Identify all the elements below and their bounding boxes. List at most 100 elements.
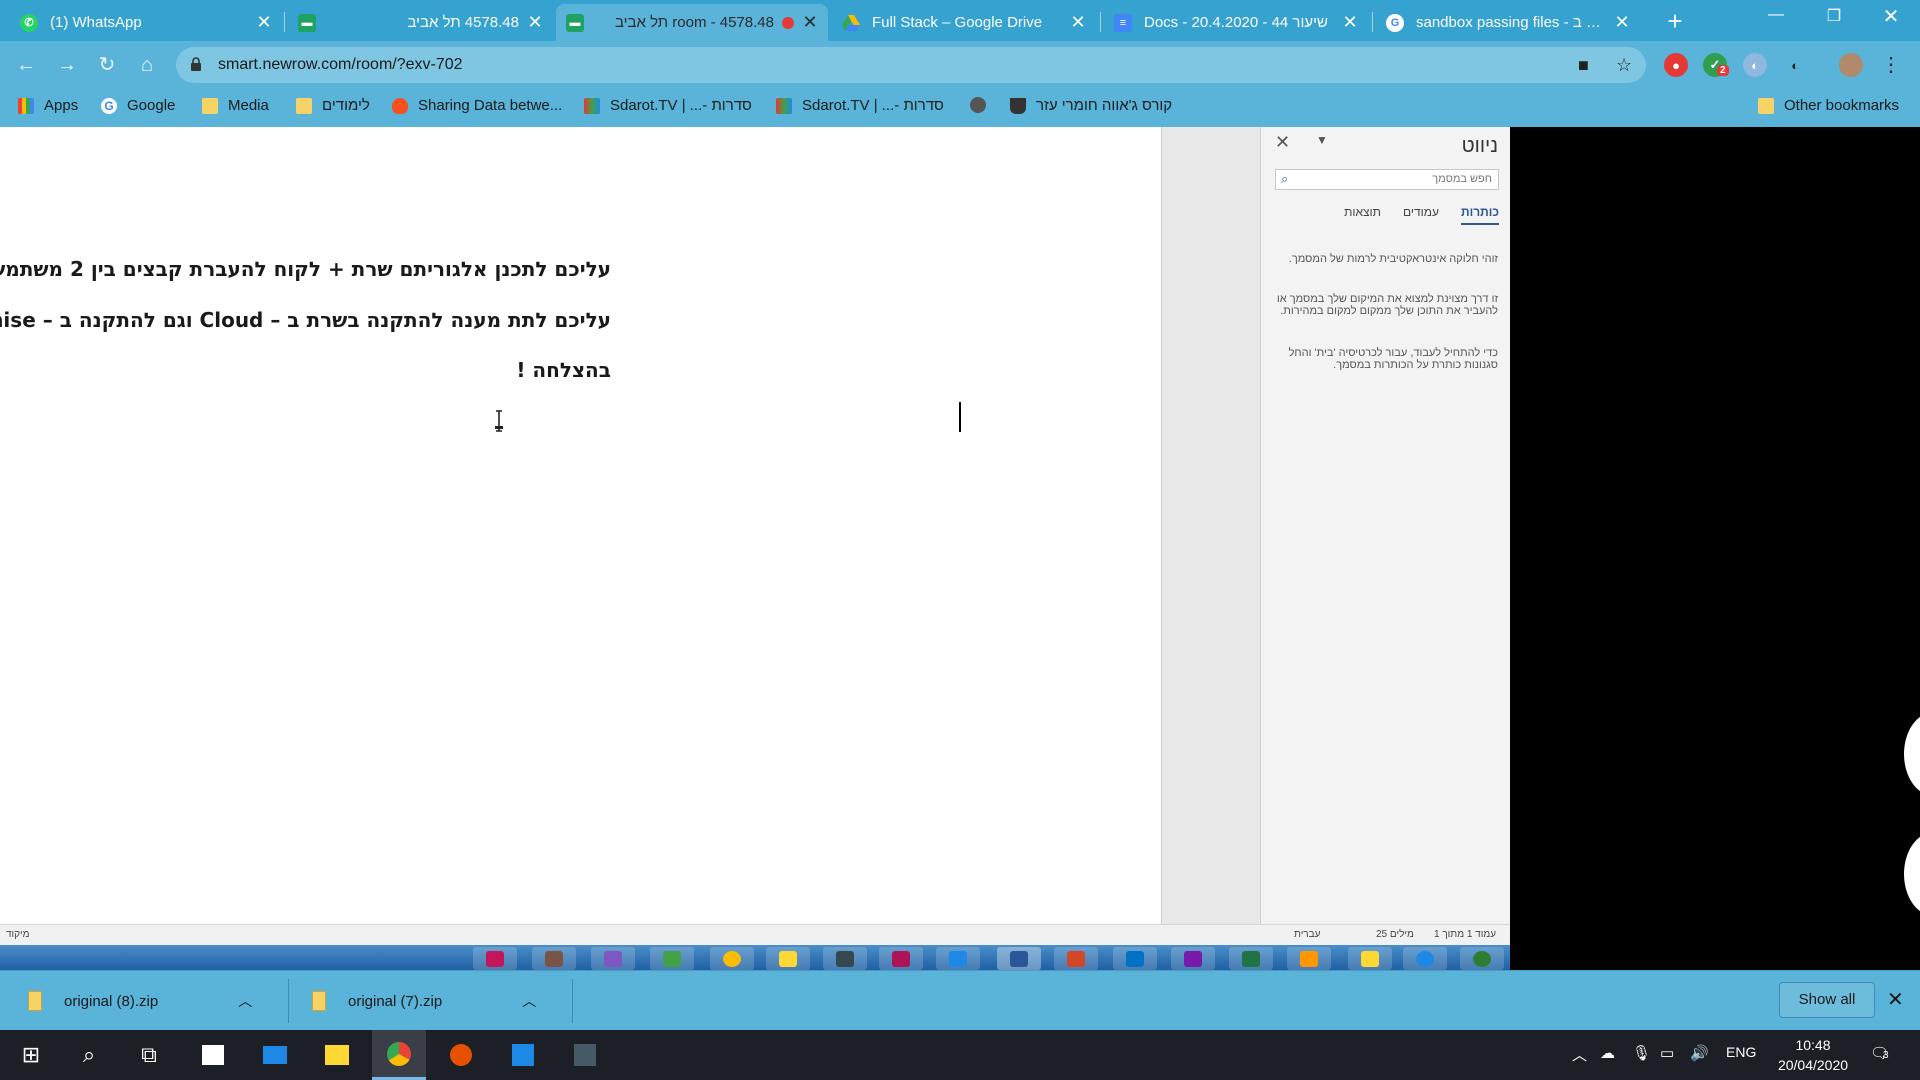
document-line[interactable]: עליכם לתכנן אלגוריתם שרת + לקוח להעברת ק… <box>0 257 611 281</box>
chevron-up-icon[interactable]: ︿ <box>522 991 536 1011</box>
bookmark-java-course[interactable]: קורס ג'אווה חומרי עזר <box>1010 97 1172 114</box>
file-explorer-icon[interactable] <box>310 1030 364 1080</box>
search-input[interactable]: חפש במסמך <box>1275 169 1499 190</box>
onedrive-icon[interactable]: ☁ <box>1600 1044 1615 1062</box>
powerpoint-icon[interactable] <box>1054 947 1098 970</box>
tab-google-search[interactable]: G sandbox passing files - חיפוש ב ✕ <box>1376 4 1640 41</box>
close-icon[interactable]: ✕ <box>1342 12 1358 33</box>
tab-room[interactable]: ▬ room - 4578.48 תל אביב ✕ <box>556 4 828 41</box>
page-indicator[interactable]: עמוד 1 מתוך 1 <box>1434 929 1496 940</box>
microphone-icon[interactable]: 🎙 <box>1632 1044 1651 1062</box>
tab-results[interactable]: תוצאות <box>1344 205 1381 225</box>
show-all-button[interactable]: Show all <box>1779 982 1875 1018</box>
bookmark-apps[interactable]: Apps <box>18 97 78 114</box>
focus-mode-label[interactable]: מיקוד <box>6 929 30 940</box>
bookmark-sharing-data[interactable]: Sharing Data betwe... <box>392 97 562 114</box>
internet-explorer-icon[interactable] <box>1403 947 1447 970</box>
app-icon[interactable] <box>532 947 576 970</box>
tab-google-docs[interactable]: ≡ Docs - 20.4.2020 - שיעור 44 ✕ <box>1104 4 1368 41</box>
media-player-icon[interactable] <box>1287 947 1331 970</box>
close-window-button[interactable]: ✕ <box>1868 4 1914 29</box>
outlook-icon[interactable] <box>1113 947 1157 970</box>
task-view-icon[interactable]: ⧉ <box>122 1030 176 1080</box>
search-icon[interactable]: ⌕ <box>1281 171 1288 187</box>
shield-extension-icon[interactable]: ✓ 2 <box>1703 53 1729 77</box>
side-control-button[interactable] <box>1904 712 1920 796</box>
side-control-button[interactable] <box>1904 832 1920 916</box>
feather-app-icon[interactable] <box>434 1030 488 1080</box>
clock[interactable]: 10:48 20/04/2020 <box>1768 1035 1858 1075</box>
app-icon[interactable] <box>766 947 810 970</box>
tab-classroom[interactable]: ▬ 4578.48 תל אביב ✕ <box>288 4 553 41</box>
document-line[interactable]: עליכם לתת מענה להתקנה בשרת ב – Cloud וגם… <box>0 308 611 332</box>
windows-start-icon[interactable]: ⊞ <box>4 1030 58 1080</box>
download-item[interactable]: original (8).zip ︿ <box>28 971 252 1031</box>
vscode-icon[interactable] <box>936 947 980 970</box>
chrome-icon[interactable] <box>372 1030 426 1080</box>
chevron-up-icon[interactable]: ︿ <box>1572 1044 1587 1065</box>
file-explorer-icon[interactable] <box>1348 947 1392 970</box>
camera-icon[interactable]: ■ <box>1578 55 1589 76</box>
close-icon[interactable]: ✕ <box>527 12 543 33</box>
bookmark-studies[interactable]: לימודים <box>296 97 370 114</box>
home-button[interactable]: ⌂ <box>133 51 161 79</box>
app-icon[interactable] <box>558 1030 612 1080</box>
chevron-up-icon[interactable]: ︿ <box>238 991 252 1011</box>
download-filename: original (8).zip <box>64 992 159 1010</box>
store-icon[interactable] <box>186 1030 240 1080</box>
forward-button[interactable]: → <box>53 51 81 79</box>
excel-icon[interactable] <box>1229 947 1273 970</box>
close-icon[interactable]: ✕ <box>802 12 818 33</box>
intellij-icon[interactable] <box>879 947 923 970</box>
onenote-icon[interactable] <box>1171 947 1215 970</box>
bookmark-other[interactable]: Other bookmarks <box>1758 97 1899 114</box>
document-line[interactable]: בהצלחה ! <box>516 358 611 382</box>
bookmark-globe[interactable] <box>970 97 996 113</box>
app-icon[interactable] <box>823 947 867 970</box>
intellij-icon[interactable] <box>473 947 517 970</box>
battery-icon[interactable]: ▭ <box>1660 1044 1674 1062</box>
vscode-icon[interactable] <box>496 1030 550 1080</box>
search-icon[interactable]: ⌕ <box>62 1030 116 1080</box>
media-center-icon[interactable] <box>1460 947 1504 970</box>
download-item[interactable]: original (7).zip ︿ <box>312 971 536 1031</box>
mail-icon[interactable] <box>248 1030 302 1080</box>
new-tab-button[interactable]: + <box>1660 6 1690 37</box>
tab-whatsapp[interactable]: ✆ (1) WhatsApp ✕ <box>10 4 282 41</box>
address-bar[interactable]: smart.newrow.com/room/?exv-702 ■ ☆ <box>176 47 1646 83</box>
bookmark-google[interactable]: G Google <box>101 97 175 114</box>
language-indicator[interactable]: עברית <box>1294 929 1320 940</box>
menu-icon[interactable]: ⋮ <box>1877 51 1905 79</box>
reload-button[interactable]: ↻ <box>93 51 121 79</box>
extension-icon[interactable]: ◐ <box>1743 53 1767 77</box>
chevron-down-icon[interactable]: ▼ <box>1316 133 1328 147</box>
tab-pages[interactable]: עמודים <box>1403 205 1439 225</box>
minimize-button[interactable]: — <box>1753 6 1799 24</box>
back-button[interactable]: ← <box>12 51 40 79</box>
close-icon[interactable]: ✕ <box>1070 12 1086 33</box>
close-icon[interactable]: ✕ <box>1614 12 1630 33</box>
language-indicator[interactable]: ENG <box>1726 1044 1756 1060</box>
app-icon[interactable] <box>591 947 635 970</box>
word-icon[interactable] <box>997 947 1041 970</box>
maps-icon[interactable] <box>650 947 694 970</box>
bookmark-sdarot-1[interactable]: Sdarot.TV | ...- סדרות <box>584 97 752 114</box>
word-count[interactable]: 25 מילים <box>1376 929 1414 940</box>
tab-google-drive[interactable]: Full Stack – Google Drive ✕ <box>832 4 1096 41</box>
chrome-icon[interactable] <box>710 947 754 970</box>
restore-button[interactable]: ❐ <box>1811 6 1857 26</box>
volume-icon[interactable]: 🔊 <box>1690 1044 1709 1062</box>
star-icon[interactable]: ☆ <box>1616 55 1632 76</box>
dark-mode-icon[interactable]: ◐ <box>1783 53 1807 77</box>
remote-desktop-view[interactable]: עליכם לתכנן אלגוריתם שרת + לקוח להעברת ק… <box>0 127 1510 970</box>
notifications-icon[interactable]: 🗨3 <box>1870 1044 1889 1062</box>
bookmark-media[interactable]: Media <box>202 97 269 114</box>
tab-headings[interactable]: כותרות <box>1460 205 1499 225</box>
close-icon[interactable]: ✕ <box>1887 987 1904 1012</box>
close-icon[interactable]: ✕ <box>256 12 272 33</box>
close-icon[interactable]: ✕ <box>1275 132 1290 153</box>
adblock-icon[interactable]: ● <box>1664 53 1688 77</box>
word-document-page[interactable]: עליכם לתכנן אלגוריתם שרת + לקוח להעברת ק… <box>0 127 1161 924</box>
bookmark-sdarot-2[interactable]: Sdarot.TV | ...- סדרות <box>776 97 944 114</box>
avatar[interactable] <box>1839 53 1863 77</box>
